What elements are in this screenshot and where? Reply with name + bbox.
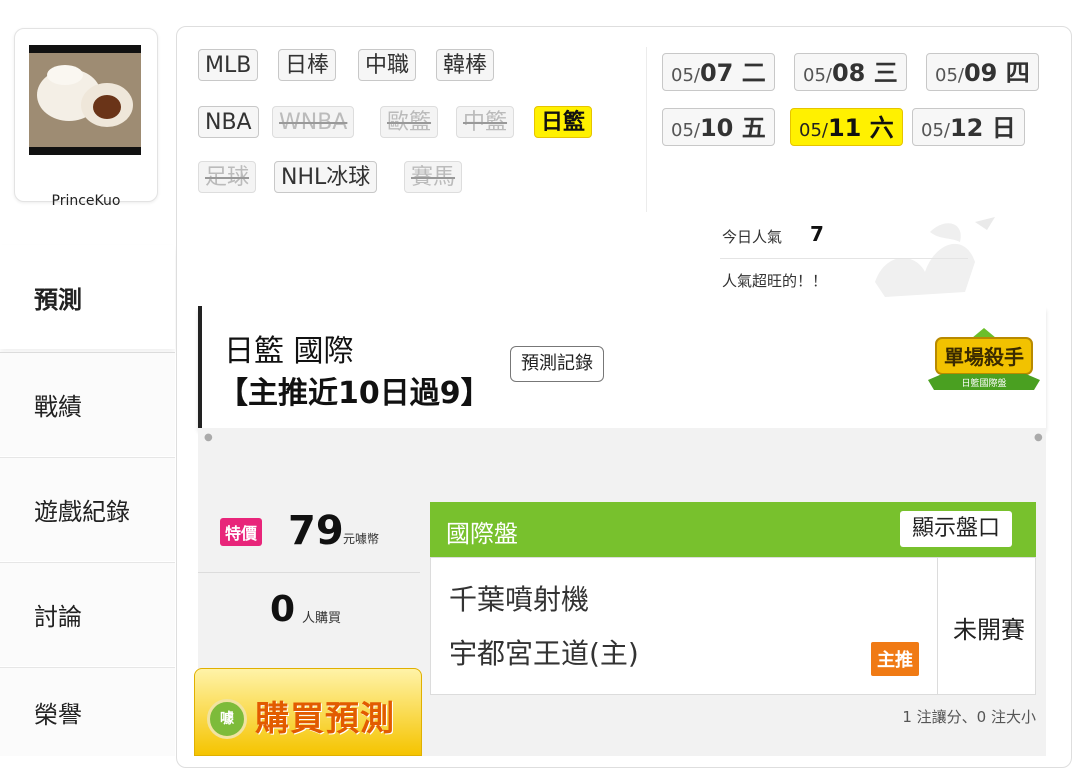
league-tag-bleague[interactable]: 日籃 bbox=[534, 106, 593, 138]
date-0511[interactable]: 05/11 六 bbox=[790, 108, 903, 146]
price-value: 79 bbox=[288, 508, 344, 554]
buyers-box: 0 人購買 bbox=[198, 572, 420, 669]
show-odds-button[interactable]: 顯示盤口 bbox=[900, 511, 1013, 547]
market-title: 國際盤 bbox=[446, 520, 518, 548]
league-tag-cpbl[interactable]: 中職 bbox=[358, 49, 417, 81]
sidebar-item-prediction[interactable]: 預測 bbox=[0, 245, 175, 349]
svg-text:日籃國際盤: 日籃國際盤 bbox=[961, 377, 1006, 389]
league-tag-euroleague: 歐籃 bbox=[380, 106, 439, 138]
league-tag-kbo[interactable]: 韓棒 bbox=[436, 49, 495, 81]
price-unit: 元噱幣 bbox=[343, 532, 380, 546]
sidebar-item-label: 討論 bbox=[34, 603, 82, 631]
buyers-count: 0 bbox=[270, 589, 296, 630]
league-tag-nhl[interactable]: NHL冰球 bbox=[274, 161, 378, 193]
sidebar-item-honor[interactable]: 榮譽 bbox=[0, 667, 175, 756]
league-tag-cba: 中籃 bbox=[456, 106, 515, 138]
divider bbox=[937, 558, 938, 694]
sidebar-item-record[interactable]: 戰績 bbox=[0, 352, 175, 456]
divider bbox=[720, 258, 968, 259]
date-0507[interactable]: 05/07 二 bbox=[662, 53, 775, 91]
user-card[interactable]: PrinceKuo bbox=[14, 28, 158, 209]
home-team: 宇都宮王道(主) bbox=[449, 637, 639, 670]
buy-prediction-button[interactable]: 噱 購買預測 bbox=[194, 668, 422, 756]
popularity-message: 人氣超旺的！！ bbox=[722, 272, 828, 290]
prediction-subtitle: 【主推近10日過9】 bbox=[218, 376, 491, 411]
sidebar-item-game-history[interactable]: 遊戲紀錄 bbox=[0, 457, 175, 561]
league-tag-horse-racing: 賽馬 bbox=[404, 161, 463, 193]
price-box: 特價 79 元噱幣 bbox=[198, 502, 420, 572]
popularity-label: 今日人氣 bbox=[722, 228, 783, 246]
prediction-title: 日籃 國際 bbox=[224, 334, 354, 369]
away-team: 千葉噴射機 bbox=[449, 583, 590, 616]
killer-badge-icon: 單場殺手 日籃國際盤 bbox=[928, 328, 1040, 390]
sidebar-item-label: 戰績 bbox=[34, 393, 82, 421]
date-0508[interactable]: 05/08 三 bbox=[794, 53, 907, 91]
league-tag-soccer: 足球 bbox=[198, 161, 257, 193]
date-0510[interactable]: 05/10 五 bbox=[662, 108, 775, 146]
game-row: 千葉噴射機 宇都宮王道(主) 主推 未開賽 bbox=[430, 557, 1036, 695]
league-tag-wnba: WNBA bbox=[272, 106, 355, 138]
popularity-count: 7 bbox=[810, 222, 824, 246]
date-0512[interactable]: 05/12 日 bbox=[912, 108, 1025, 146]
buyers-unit: 人購買 bbox=[302, 611, 342, 626]
filter-divider bbox=[646, 47, 647, 212]
sidebar-item-label: 預測 bbox=[34, 285, 82, 314]
league-tag-npb[interactable]: 日棒 bbox=[278, 49, 337, 81]
avatar[interactable] bbox=[29, 45, 141, 155]
sidebar-item-label: 遊戲紀錄 bbox=[34, 498, 130, 526]
date-0509[interactable]: 05/09 四 bbox=[926, 53, 1039, 91]
prediction-record-button[interactable]: 預測記錄 bbox=[510, 346, 604, 382]
league-tag-mlb[interactable]: MLB bbox=[198, 49, 259, 81]
coin-icon: 噱 bbox=[207, 699, 247, 739]
main-pick-badge: 主推 bbox=[871, 642, 919, 676]
game-status: 未開賽 bbox=[953, 616, 1025, 644]
buy-prediction-label: 購買預測 bbox=[255, 699, 395, 739]
username[interactable]: PrinceKuo bbox=[15, 193, 157, 209]
special-price-badge: 特價 bbox=[220, 518, 263, 546]
svg-text:單場殺手: 單場殺手 bbox=[944, 345, 1024, 369]
sidebar-item-discussion[interactable]: 討論 bbox=[0, 562, 175, 666]
game-market-header: 國際盤 顯示盤口 bbox=[430, 502, 1036, 557]
league-tag-nba[interactable]: NBA bbox=[198, 106, 259, 138]
sidebar-item-label: 榮譽 bbox=[34, 700, 82, 729]
prediction-header: 日籃 國際 【主推近10日過9】 預測記錄 單場殺手 日籃國際盤 bbox=[198, 306, 1046, 428]
bet-summary: 1 注讓分、0 注大小 bbox=[902, 708, 1036, 726]
